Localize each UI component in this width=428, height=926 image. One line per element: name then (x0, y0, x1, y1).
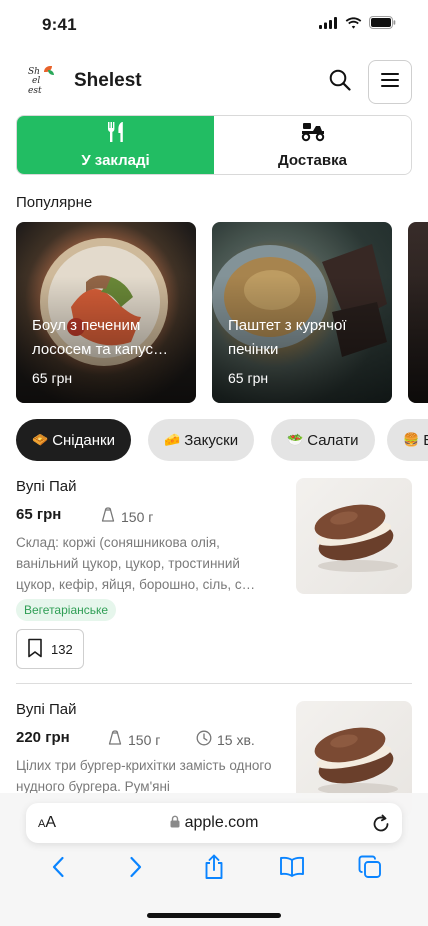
logo-line-3: est (28, 86, 42, 96)
tab-dine-in[interactable]: У закладі (17, 116, 214, 174)
chip-label: Салати (307, 431, 359, 449)
item-divider (16, 683, 412, 684)
popular-card[interactable] (408, 222, 428, 403)
chevron-left-icon (51, 856, 65, 883)
tabs-button[interactable] (356, 855, 384, 883)
item-time-value: 15 хв. (217, 731, 255, 748)
item-weight: 150 г (107, 730, 160, 749)
book-icon (279, 856, 305, 883)
item-weight-value: 150 г (121, 508, 154, 525)
item-name: Вупі Пай (16, 701, 77, 718)
reload-icon (372, 814, 390, 837)
bookmark-button[interactable]: 132 (16, 629, 84, 669)
search-icon (329, 69, 351, 96)
item-description: Склад: коржі (соняшникова олія, ванільни… (16, 535, 256, 592)
weight-icon (107, 730, 123, 749)
vegetarian-badge: Вегетаріанське (16, 599, 117, 621)
item-time: 15 хв. (196, 730, 255, 749)
item-weight: 150 г (100, 507, 153, 526)
battery-icon (369, 16, 396, 34)
search-button[interactable] (326, 68, 354, 96)
chip-label: Б (423, 432, 428, 449)
popular-card-price: 65 грн (32, 370, 73, 386)
item-weight-value: 150 г (128, 731, 161, 748)
back-button[interactable] (44, 855, 72, 883)
popular-card-name: Паштет з курячої печінки (228, 317, 347, 358)
popular-card[interactable]: Боул з печеним лососем та капус… 65 грн (16, 222, 196, 403)
url-text: apple.com (184, 814, 259, 831)
tabs-icon (358, 855, 382, 884)
scooter-icon (300, 122, 326, 146)
popular-card-name: Боул з печеним лососем та капус… (32, 317, 168, 358)
card-shade (408, 222, 428, 403)
shelest-logo[interactable]: Sh el est (26, 66, 58, 98)
burger-icon: 🍔 (403, 432, 420, 447)
item-photo (296, 478, 412, 594)
waffle-icon: 🧇 (32, 432, 49, 447)
lock-icon (170, 815, 180, 833)
address-bar[interactable]: AA apple.com (26, 803, 402, 843)
chip-label: Закуски (184, 431, 239, 449)
cutlery-icon (105, 121, 127, 146)
popular-card-price: 65 грн (228, 370, 269, 386)
logo-line-2: el (32, 76, 41, 86)
status-icons (319, 16, 396, 34)
hamburger-icon (381, 72, 399, 92)
service-mode-toggle: У закладі Доставка (16, 115, 412, 175)
clock-icon (196, 730, 212, 749)
bookmarks-button[interactable] (278, 855, 306, 883)
item-price: 65 грн (16, 506, 62, 523)
app-header: Sh el est Shelest (0, 58, 428, 106)
category-chips: 🧇 Сніданки 🧀 Закуски 🥗 Салати 🍔 Б (16, 419, 428, 461)
item-price: 220 грн (16, 729, 70, 746)
whoopie-pie-photo (314, 504, 398, 572)
forward-button[interactable] (122, 855, 150, 883)
chip-label: Сніданки (52, 431, 115, 449)
tab-dine-in-label: У закладі (81, 151, 150, 169)
menu-item[interactable]: Вупі Пай 65 грн 150 г Склад: коржі (соня… (16, 478, 412, 678)
share-button[interactable] (200, 854, 228, 885)
chip-burgers[interactable]: 🍔 Б (387, 419, 428, 461)
chip-salads[interactable]: 🥗 Салати (271, 419, 375, 461)
browser-toolbar: AA apple.com (0, 793, 428, 926)
bookmark-count: 132 (51, 641, 73, 657)
popular-title: Популярне (16, 194, 93, 211)
app-title: Shelest (74, 70, 142, 91)
reload-button[interactable] (372, 813, 390, 838)
wifi-icon (345, 16, 362, 34)
tab-delivery[interactable]: Доставка (214, 116, 411, 174)
menu-button[interactable] (368, 60, 412, 104)
chip-breakfast[interactable]: 🧇 Сніданки (16, 419, 131, 461)
popular-carousel: Боул з печеним лососем та капус… 65 грн … (16, 222, 428, 403)
salad-icon: 🥗 (287, 432, 304, 447)
chevron-right-icon (129, 856, 143, 883)
item-description: Цілих три бургер-крихітки замість одного… (16, 758, 272, 794)
logo-leaf-green (48, 70, 54, 75)
cellular-signal-icon (319, 16, 338, 34)
bookmark-icon (27, 638, 43, 661)
home-indicator[interactable] (147, 913, 281, 918)
chip-snacks[interactable]: 🧀 Закуски (148, 419, 255, 461)
popular-card[interactable]: Паштет з курячої печінки 65 грн (212, 222, 392, 403)
status-time: 9:41 (42, 15, 77, 34)
status-bar: 9:41 (0, 0, 428, 50)
weight-icon (100, 507, 116, 526)
cheese-icon: 🧀 (164, 432, 181, 447)
tab-delivery-label: Доставка (278, 151, 347, 169)
url-display[interactable]: apple.com (26, 814, 402, 833)
item-name: Вупі Пай (16, 478, 77, 495)
share-icon (203, 854, 225, 885)
